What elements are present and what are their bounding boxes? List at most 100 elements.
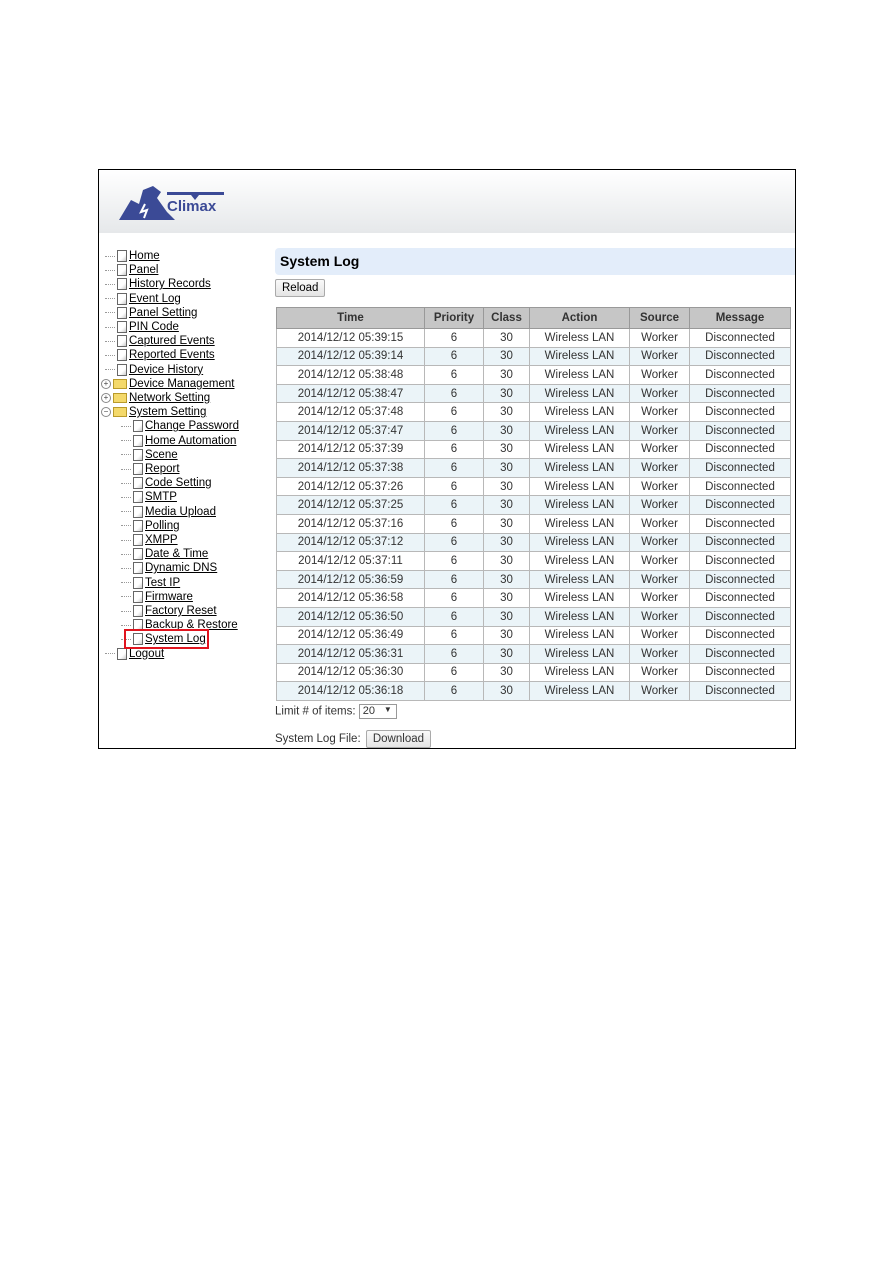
sidebar-link[interactable]: Device History <box>129 364 203 376</box>
download-button[interactable]: Download <box>365 730 432 748</box>
sidebar-item-event-log[interactable]: Event Log <box>105 292 181 306</box>
page-icon <box>117 321 127 333</box>
sidebar-link[interactable]: Media Upload <box>145 506 216 518</box>
sidebar-link[interactable]: Reported Events <box>129 349 215 361</box>
sidebar-link[interactable]: Firmware <box>145 591 193 603</box>
limit-select[interactable]: 20 ▼ <box>358 704 397 719</box>
tree-line <box>105 340 115 342</box>
sidebar-item-report[interactable]: Report <box>121 462 180 476</box>
cell-action: Wireless LAN <box>529 681 630 701</box>
cell-priority: 6 <box>424 346 484 367</box>
sidebar-link[interactable]: Device Management <box>129 378 234 390</box>
cell-message: Disconnected <box>689 513 791 534</box>
sidebar-item-media-upload[interactable]: Media Upload <box>121 505 216 519</box>
sidebar-item-home[interactable]: Home <box>105 249 160 263</box>
cell-source: Worker <box>629 495 690 515</box>
sidebar-item-smtp[interactable]: SMTP <box>121 490 177 504</box>
cell-class: 30 <box>483 681 530 701</box>
cell-class: 30 <box>483 328 530 348</box>
table-row: 2014/12/12 05:36:18 6 30 Wireless LAN Worker… <box>276 681 791 701</box>
log-file-label: System Log File: <box>275 733 361 745</box>
sidebar-link[interactable]: Captured Events <box>129 335 215 347</box>
sidebar-link[interactable]: Dynamic DNS <box>145 562 217 574</box>
sidebar-link[interactable]: Panel Setting <box>129 307 197 319</box>
cell-class: 30 <box>483 458 530 478</box>
cell-class: 30 <box>483 569 530 590</box>
sidebar-item-panel[interactable]: Panel <box>105 263 158 277</box>
sidebar-item-captured-events[interactable]: Captured Events <box>105 334 215 348</box>
cell-message: Disconnected <box>689 681 791 701</box>
cell-time: 2014/12/12 05:36:58 <box>276 588 425 608</box>
reload-button[interactable]: Reload <box>275 279 326 297</box>
sidebar-item-polling[interactable]: Polling <box>121 519 180 533</box>
sidebar-link[interactable]: Change Password <box>145 420 239 432</box>
sidebar-link[interactable]: Home Automation <box>145 435 236 447</box>
cell-priority: 6 <box>424 328 484 348</box>
sidebar-link[interactable]: History Records <box>129 278 211 290</box>
collapse-icon[interactable]: − <box>101 407 111 418</box>
sidebar-link[interactable]: Factory Reset <box>145 605 217 617</box>
cell-action: Wireless LAN <box>529 625 630 646</box>
table-row: 2014/12/12 05:37:47 6 30 Wireless LAN Worker… <box>276 420 791 441</box>
cell-action: Wireless LAN <box>529 346 630 367</box>
page-icon <box>133 548 143 561</box>
cell-source: Worker <box>629 569 690 590</box>
sidebar-link[interactable]: Event Log <box>129 293 181 305</box>
sidebar-link[interactable]: Report <box>145 463 180 475</box>
sidebar-item-scene[interactable]: Scene <box>121 448 178 462</box>
sidebar-item-date-time[interactable]: Date & Time <box>121 547 208 561</box>
sidebar-link[interactable]: Polling <box>145 520 180 532</box>
sidebar-link[interactable]: System Setting <box>129 406 206 418</box>
cell-priority: 6 <box>424 439 484 460</box>
cell-class: 30 <box>483 662 530 683</box>
sidebar-link[interactable]: Panel <box>129 264 158 276</box>
page-icon <box>117 647 127 660</box>
expand-icon[interactable]: + <box>101 393 111 403</box>
sidebar-item-reported-events[interactable]: Reported Events <box>105 348 215 362</box>
sidebar-item-history-records[interactable]: History Records <box>105 277 211 291</box>
table-row: 2014/12/12 05:36:50 6 30 Wireless LAN Worker… <box>276 606 791 627</box>
tree-line <box>121 468 131 470</box>
cell-message: Disconnected <box>689 495 791 515</box>
table-row: 2014/12/12 05:38:48 6 30 Wireless LAN Worker… <box>276 365 791 385</box>
sidebar-link[interactable]: XMPP <box>145 534 178 546</box>
sidebar-item-test-ip[interactable]: Test IP <box>121 576 180 590</box>
cell-source: Worker <box>629 383 690 404</box>
cell-class: 30 <box>483 495 530 515</box>
cell-message: Disconnected <box>689 439 791 460</box>
sidebar-item-panel-setting[interactable]: Panel Setting <box>105 306 197 320</box>
sidebar-item-device-history[interactable]: Device History <box>105 363 203 377</box>
sidebar-item-code-setting[interactable]: Code Setting <box>121 476 212 490</box>
sidebar-link[interactable]: Home <box>129 250 160 262</box>
cell-message: Disconnected <box>689 365 791 385</box>
tree-line <box>121 624 131 626</box>
sidebar-item-factory-reset[interactable]: Factory Reset <box>121 604 217 618</box>
sidebar-link[interactable]: Code Setting <box>145 477 212 489</box>
sidebar-link[interactable]: Scene <box>145 449 178 461</box>
cell-action: Wireless LAN <box>529 458 630 478</box>
sidebar-link[interactable]: SMTP <box>145 491 177 503</box>
page-icon <box>133 534 143 546</box>
sidebar-link[interactable]: Logout <box>129 648 164 660</box>
sidebar-item-pin-code[interactable]: PIN Code <box>105 320 179 334</box>
sidebar-item-xmpp[interactable]: XMPP <box>121 533 178 547</box>
sidebar-item-network-setting[interactable]: + Network Setting <box>101 391 210 405</box>
tree-line <box>121 496 131 498</box>
sidebar-item-dynamic-dns[interactable]: Dynamic DNS <box>121 561 217 575</box>
cell-priority: 6 <box>424 569 484 590</box>
cell-message: Disconnected <box>689 420 791 441</box>
cell-action: Wireless LAN <box>529 439 630 460</box>
cell-time: 2014/12/12 05:37:25 <box>276 495 425 515</box>
expand-icon[interactable]: + <box>101 378 111 389</box>
sidebar-item-firmware[interactable]: Firmware <box>121 590 193 604</box>
sidebar-link[interactable]: Network Setting <box>129 392 210 404</box>
cell-class: 30 <box>483 346 530 367</box>
sidebar-item-device-management[interactable]: + Device Management <box>101 377 234 391</box>
sidebar-item-change-password[interactable]: Change Password <box>121 419 239 433</box>
sidebar-item-system-setting[interactable]: − System Setting <box>101 405 206 419</box>
sidebar-link[interactable]: PIN Code <box>129 321 179 333</box>
cell-priority: 6 <box>424 532 484 553</box>
sidebar-link[interactable]: Test IP <box>145 577 180 589</box>
sidebar-item-home-automation[interactable]: Home Automation <box>121 434 236 448</box>
sidebar-link[interactable]: Date & Time <box>145 548 208 560</box>
